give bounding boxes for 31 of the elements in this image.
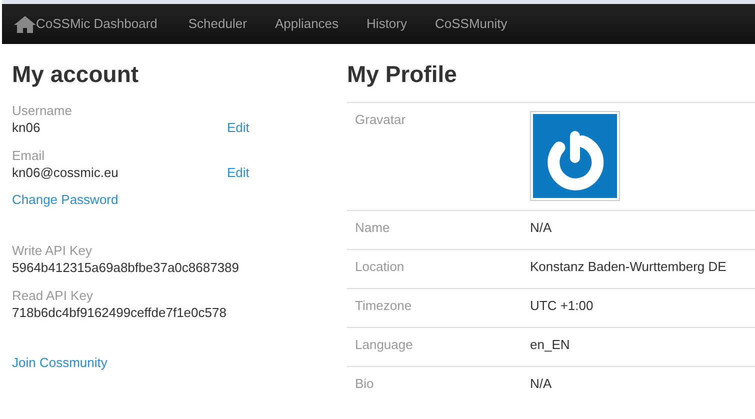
api-key: 5964b412315a69a8bfbe37a0c8687389 [12,259,240,276]
edit-link[interactable]: Edit [227,164,250,181]
profile-label: Timezone [355,297,413,314]
field-label: Username [12,102,72,119]
profile-value: N/A [530,219,552,236]
nav-link[interactable]: CoSSMunity [421,4,522,44]
brand-link[interactable]: CoSSMic Dashboard [14,4,174,44]
edit-link[interactable]: Edit [227,119,250,136]
nav-link[interactable]: Appliances [260,4,353,44]
profile-value: Konstanz Baden-Wurttemberg DE [530,258,726,275]
section-heading: My account [12,61,139,88]
profile-label: Location [355,258,406,275]
change-password-link[interactable]: Change Password [12,192,118,207]
field-value: kn06@cossmic.eu [12,164,120,181]
profile-label: Bio [355,375,375,392]
profile-value: en_EN [530,336,570,353]
profile-label: Name [355,219,391,236]
home-icon [14,15,36,33]
nav-link[interactable]: History [352,4,421,44]
profile-value: N/A [530,375,552,392]
key-label: Read API Key [12,287,93,304]
field-value: kn06 [12,119,42,136]
field-label: Email [12,147,45,164]
section-heading: My Profile [347,61,457,88]
profile-label: Gravatar [355,111,407,128]
key-label: Write API Key [12,242,92,259]
api-key: 718b6dc4bf9162499ceffde7f1e0c578 [12,304,226,321]
join-link[interactable]: Join Cossmunity [12,355,108,370]
profile-value: UTC +1:00 [530,297,594,314]
profile-label: Language [355,336,414,353]
nav-link[interactable]: Scheduler [174,4,261,44]
